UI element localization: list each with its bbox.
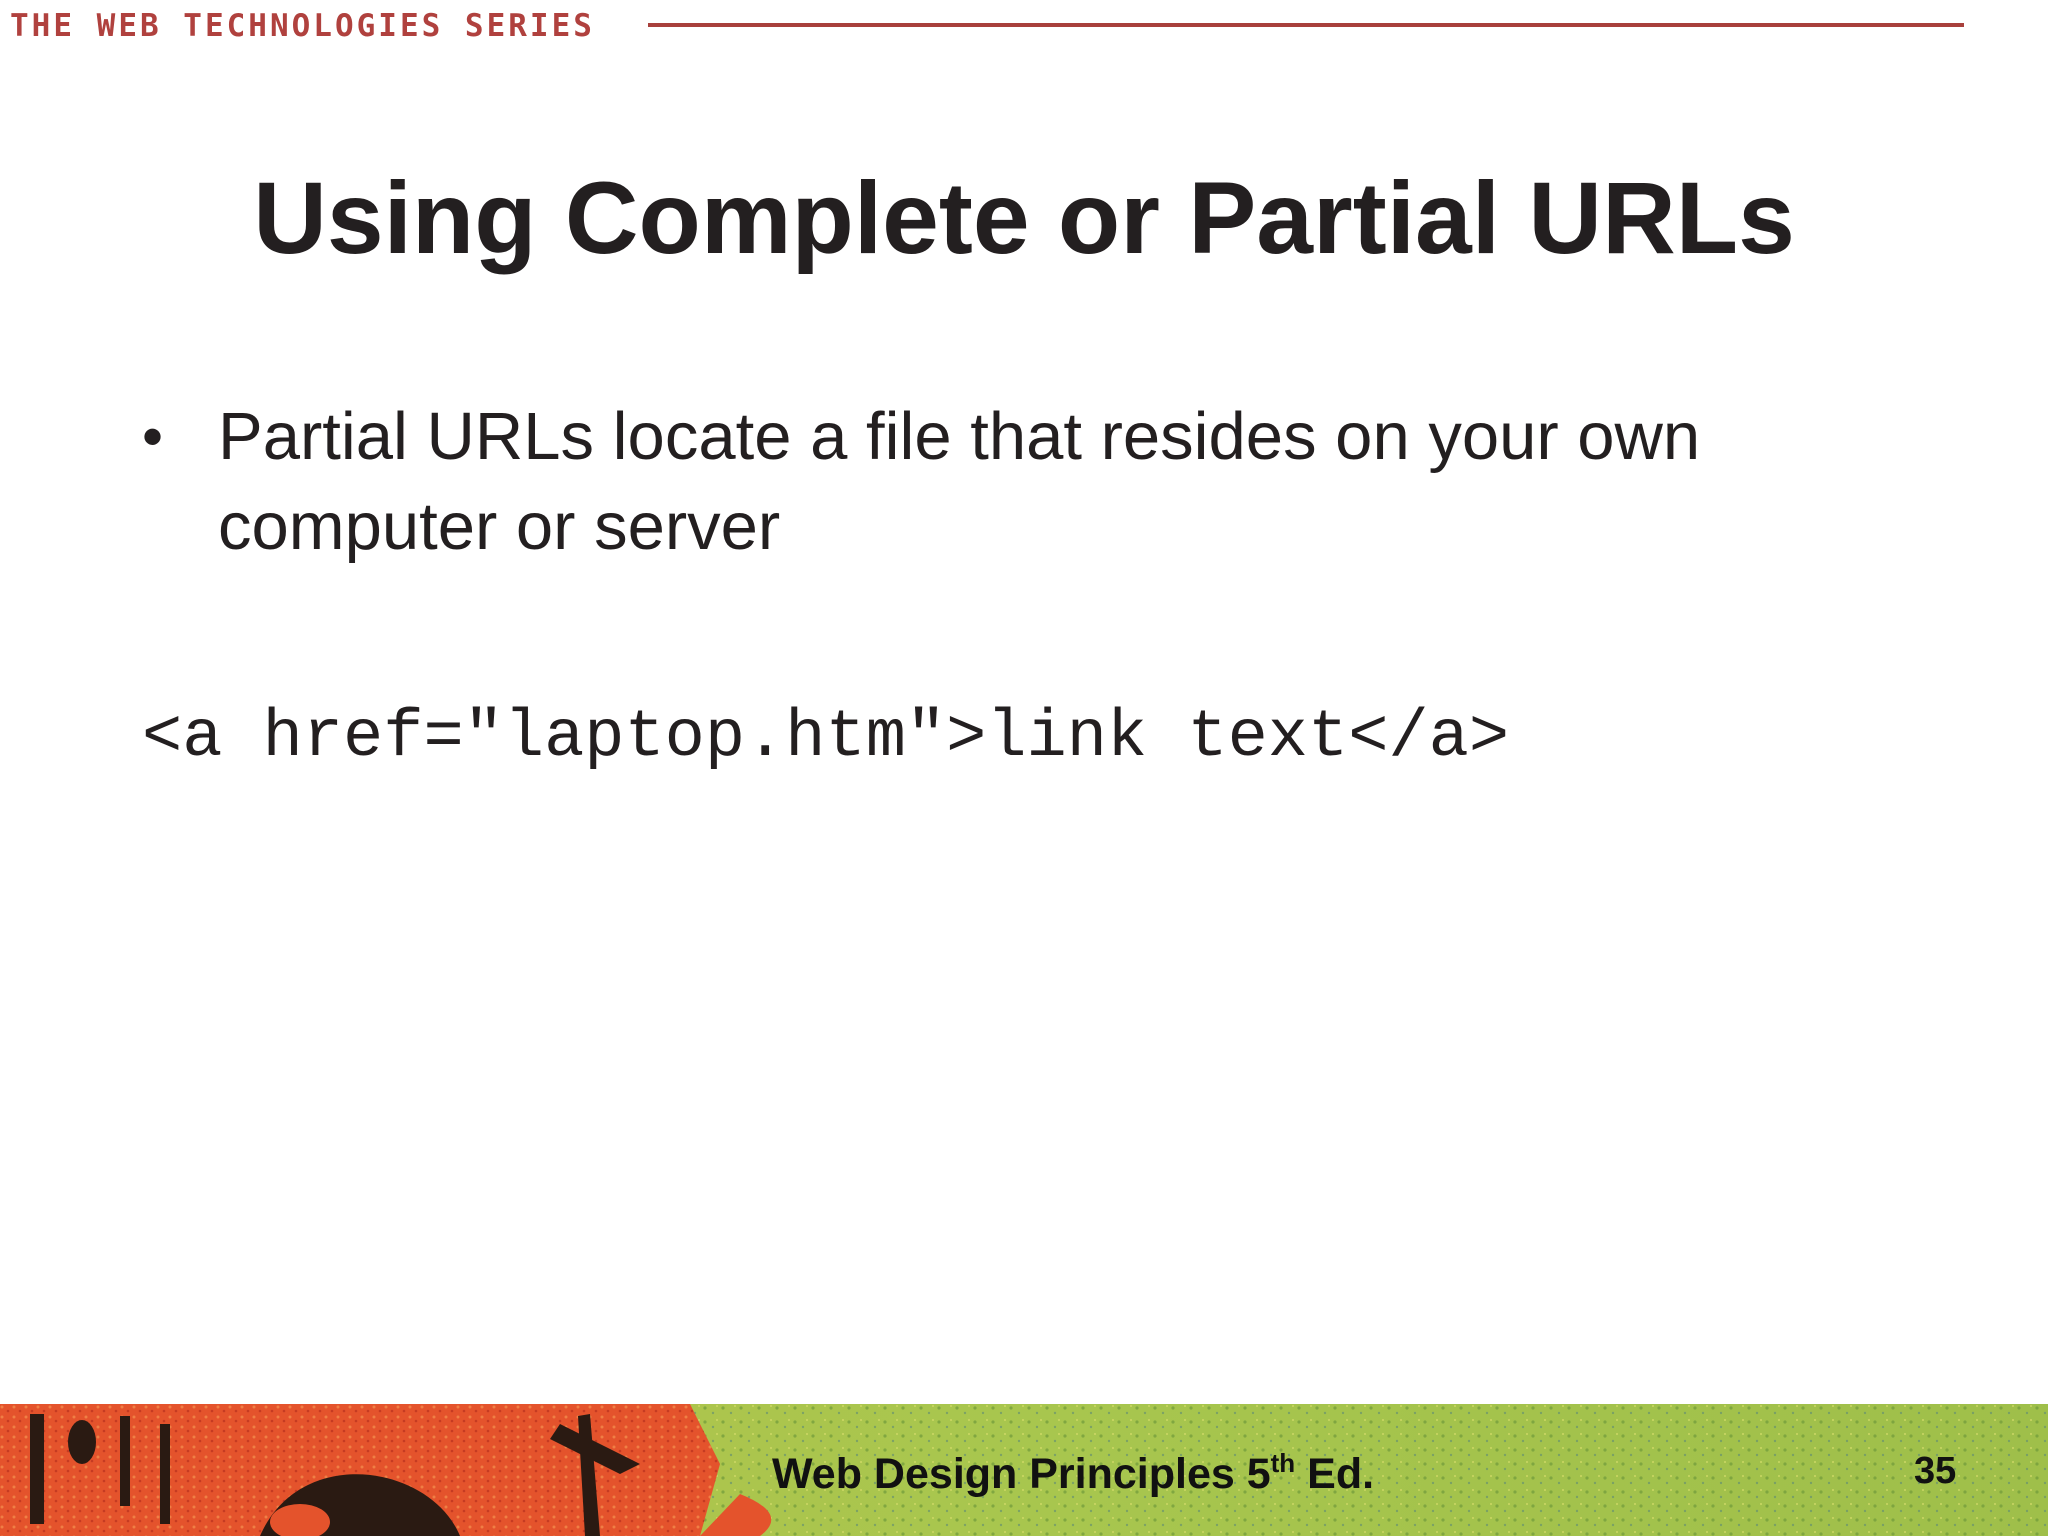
- header-rule: [648, 23, 1964, 27]
- slide-number: 35: [1914, 1450, 1957, 1492]
- slide: THE WEB TECHNOLOGIES SERIES Using Comple…: [0, 0, 2048, 1536]
- bullet-text: Partial URLs locate a file that resides …: [218, 399, 1701, 564]
- code-example: <a href="laptop.htm">link text</a>: [142, 700, 1510, 776]
- bullet-dot-icon: •: [142, 403, 164, 470]
- bullet-list: • Partial URLs locate a file that reside…: [142, 392, 1922, 572]
- footer-book-title: Web Design Principles 5th Ed.: [772, 1448, 1375, 1498]
- slide-title: Using Complete or Partial URLs: [253, 161, 1795, 275]
- bullet-item: • Partial URLs locate a file that reside…: [142, 392, 1922, 572]
- series-header: THE WEB TECHNOLOGIES SERIES: [10, 8, 595, 44]
